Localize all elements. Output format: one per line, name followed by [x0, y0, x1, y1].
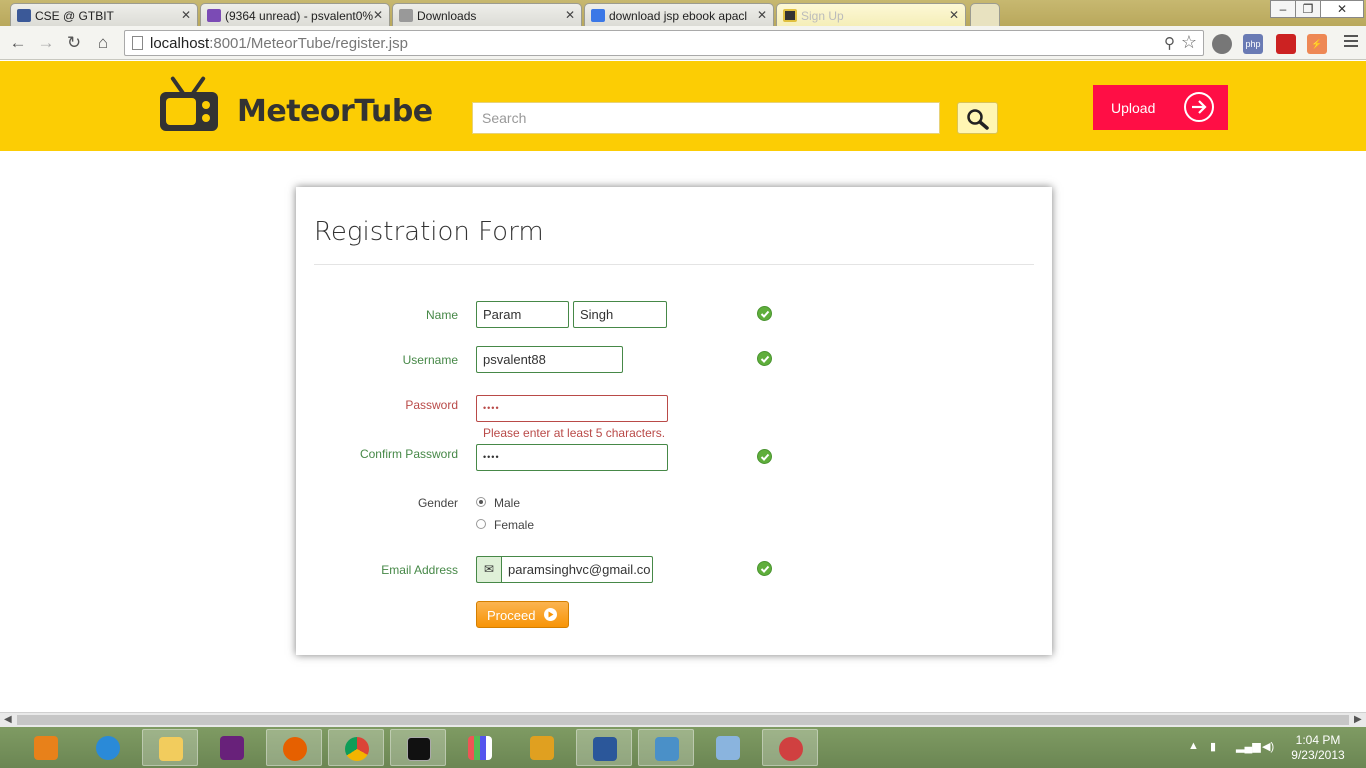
search-button[interactable]: [957, 102, 998, 134]
clock-date: 9/23/2013: [1291, 748, 1345, 762]
new-tab-button[interactable]: [970, 3, 1000, 26]
url-path: :8001/MeteorTube/register.jsp: [209, 35, 408, 52]
file-explorer-icon[interactable]: [142, 729, 198, 766]
arrow-right-circle-icon: [1184, 92, 1214, 122]
volume-icon[interactable]: ◀): [1262, 740, 1274, 753]
chrome-icon[interactable]: [328, 729, 384, 766]
arrow-right-circle-icon: [544, 608, 557, 621]
registration-card: Registration Form Name Param Singh Usern…: [296, 187, 1052, 655]
horizontal-scrollbar[interactable]: ◀ ▶: [0, 712, 1366, 727]
username-input[interactable]: psvalent88: [476, 346, 623, 373]
last-name-input[interactable]: Singh: [573, 301, 667, 328]
tab-sign-up[interactable]: Sign Up ✕: [776, 3, 966, 26]
scrollbar-thumb[interactable]: [17, 715, 1349, 725]
gender-female-label[interactable]: Female: [494, 518, 534, 532]
zoom-icon[interactable]: ⚲: [1164, 34, 1175, 52]
network-signal-icon[interactable]: ▂▄▆: [1236, 740, 1261, 753]
email-valid-check-icon: [757, 561, 772, 576]
media-center-icon[interactable]: [18, 729, 74, 766]
username-label: Username: [402, 353, 458, 367]
password-input[interactable]: ••••: [476, 395, 668, 422]
password-error-message: Please enter at least 5 characters.: [483, 426, 666, 440]
bookmark-star-icon[interactable]: ☆: [1181, 32, 1197, 53]
address-bar[interactable]: localhost:8001/MeteorTube/register.jsp ⚲…: [124, 30, 1204, 56]
gender-label: Gender: [417, 496, 458, 510]
search-input[interactable]: [472, 102, 940, 134]
home-icon[interactable]: ⌂: [93, 33, 113, 53]
first-name-input[interactable]: Param: [476, 301, 569, 328]
back-icon[interactable]: ←: [8, 33, 28, 53]
photo-viewer-icon[interactable]: [638, 729, 694, 766]
brand-name[interactable]: MeteorTube: [237, 94, 433, 129]
envelope-icon: ✉: [476, 556, 501, 583]
tab-close-icon[interactable]: ✕: [757, 8, 767, 22]
power-icon[interactable]: ▮: [1210, 740, 1216, 753]
confirm-password-label: Confirm Password: [359, 447, 458, 461]
search-icon: [967, 109, 989, 130]
gender-male-label[interactable]: Male: [494, 496, 520, 510]
restore-button[interactable]: ❐: [1295, 0, 1321, 18]
confirm-password-valid-check-icon: [757, 449, 772, 464]
gender-female-radio[interactable]: [476, 519, 486, 529]
site-header: MeteorTube Upload: [0, 61, 1366, 151]
name-label: Name: [425, 308, 458, 322]
upload-button[interactable]: Upload: [1093, 85, 1228, 130]
tab-mail[interactable]: (9364 unread) - psvalent0% ✕: [200, 3, 390, 26]
tv-logo-icon[interactable]: [160, 72, 220, 134]
apps-grid-icon[interactable]: [452, 729, 508, 766]
email-label: Email Address: [381, 563, 458, 577]
scroll-left-arrow-icon[interactable]: ◀: [4, 713, 12, 727]
tab-close-icon[interactable]: ✕: [565, 8, 575, 22]
tab-close-icon[interactable]: ✕: [373, 8, 383, 22]
taskbar-clock[interactable]: 1:04 PM 9/23/2013: [1286, 733, 1350, 763]
extension-ring-icon[interactable]: [1212, 34, 1232, 54]
php-extension-icon[interactable]: php: [1243, 34, 1263, 54]
facebook-icon: [17, 9, 31, 22]
proceed-button[interactable]: Proceed: [476, 601, 569, 628]
lightning-extension-icon[interactable]: ⚡: [1307, 34, 1327, 54]
tab-close-icon[interactable]: ✕: [181, 8, 191, 22]
title-divider: [314, 264, 1034, 265]
forward-icon[interactable]: →: [36, 33, 56, 53]
virtualbox-icon[interactable]: [700, 729, 756, 766]
clock-time: 1:04 PM: [1295, 733, 1341, 747]
word-icon[interactable]: [576, 729, 632, 766]
pdf-extension-icon[interactable]: [1276, 34, 1296, 54]
form-title: Registration Form: [314, 217, 544, 247]
tv-icon: [783, 9, 797, 22]
tab-google-search[interactable]: download jsp ebook apacl ✕: [584, 3, 774, 26]
browser-toolbar: ← → ↻ ⌂ localhost:8001/MeteorTube/regist…: [0, 26, 1366, 60]
password-label: Password: [405, 398, 458, 412]
scroll-right-arrow-icon[interactable]: ▶: [1354, 713, 1362, 727]
tab-cse-gtbit[interactable]: CSE @ GTBIT ✕: [10, 3, 198, 26]
tab-close-icon[interactable]: ✕: [949, 8, 959, 22]
firefox-icon[interactable]: [266, 729, 322, 766]
mail-icon: [207, 9, 221, 22]
snipping-tool-icon[interactable]: [762, 729, 818, 766]
visual-studio-icon[interactable]: [204, 729, 260, 766]
tab-downloads[interactable]: Downloads ✕: [392, 3, 582, 26]
gender-male-radio[interactable]: [476, 497, 486, 507]
download-icon: [399, 9, 413, 22]
close-window-button[interactable]: ✕: [1320, 0, 1364, 18]
confirm-password-input[interactable]: ••••: [476, 444, 668, 471]
browser-tab-strip: CSE @ GTBIT ✕ (9364 unread) - psvalent0%…: [0, 0, 1366, 26]
reload-icon[interactable]: ↻: [64, 33, 84, 53]
username-valid-check-icon: [757, 351, 772, 366]
show-hidden-icons-icon[interactable]: ▲: [1188, 740, 1199, 752]
minimize-button[interactable]: –: [1270, 0, 1296, 18]
internet-explorer-icon[interactable]: [80, 729, 136, 766]
url-host: localhost: [150, 35, 210, 52]
plugin-icon[interactable]: [514, 729, 570, 766]
chrome-menu-icon[interactable]: [1344, 35, 1358, 49]
name-valid-check-icon: [757, 306, 772, 321]
windows-taskbar: ▲ ▮ ▂▄▆ ◀) 1:04 PM 9/23/2013: [0, 727, 1366, 768]
page-icon: [132, 36, 143, 50]
mysql-icon[interactable]: [390, 729, 446, 766]
google-icon: [591, 9, 605, 22]
email-input[interactable]: paramsinghvc@gmail.co: [501, 556, 653, 583]
